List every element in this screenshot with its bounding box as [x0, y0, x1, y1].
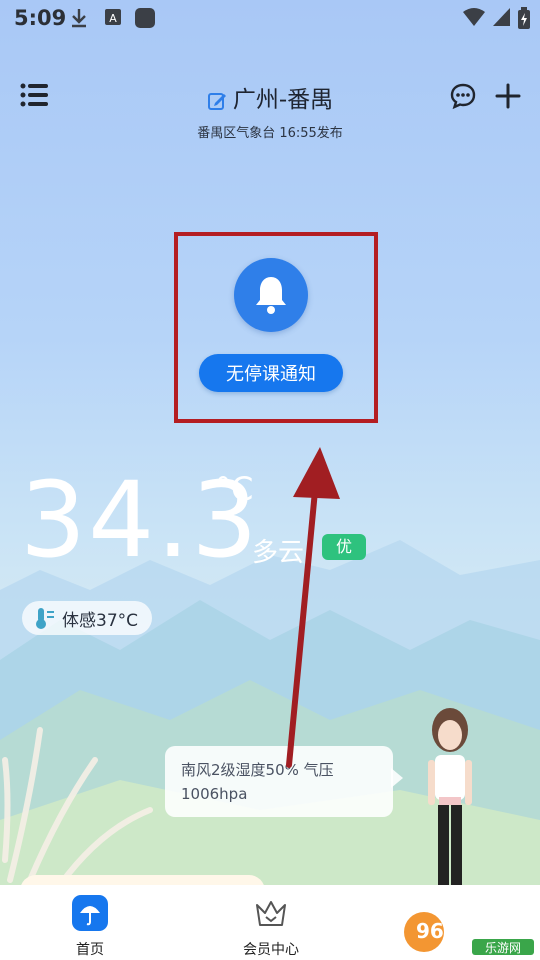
status-time: 5:09: [14, 6, 67, 30]
nav-membership-label: 会员中心: [243, 942, 299, 958]
thermometer-icon: [36, 608, 54, 629]
wifi-icon: [463, 8, 485, 26]
text-app-icon: A: [105, 9, 121, 25]
nav-home-label: 首页: [76, 942, 104, 958]
message-icon[interactable]: [449, 82, 477, 110]
home-umbrella-icon: [72, 895, 108, 931]
signal-icon: [493, 8, 510, 26]
notification-bell-button[interactable]: [234, 258, 308, 332]
bell-icon: [256, 277, 286, 314]
weather-condition: 多云: [252, 538, 305, 568]
crown-icon: [256, 901, 286, 926]
assistant-speech-bubble[interactable]: 南风2级湿度50% 气压1006hpa: [165, 746, 403, 817]
air-quality-badge[interactable]: 优: [322, 534, 366, 560]
battery-icon: [518, 7, 530, 29]
city-name: 广州-番禺: [232, 87, 334, 113]
status-bar: 5:09 A: [0, 0, 540, 36]
top-bar: 广州-番禺 番禺区气象台 16:55发布: [0, 74, 540, 141]
nav-home[interactable]: 首页: [30, 885, 150, 960]
svg-text:乐游网: 乐游网: [485, 941, 521, 955]
bubble-tail: [391, 768, 403, 788]
publish-info: 番禺区气象台 16:55发布: [197, 126, 343, 141]
temperature-unit: °C: [215, 470, 254, 508]
site-watermark-logo: 962.NET 乐游网: [404, 912, 534, 955]
download-icon: [72, 9, 86, 28]
weather-detail-text: 南风2级湿度50% 气压1006hpa: [181, 761, 334, 803]
feels-like-chip[interactable]: 体感37°C: [22, 601, 153, 635]
feels-like-text: 体感37°C: [62, 610, 139, 631]
class-suspension-notice-button[interactable]: 无停课通知: [199, 354, 343, 392]
app-square-icon: [135, 8, 155, 28]
edit-icon: [207, 92, 226, 110]
nav-membership[interactable]: 会员中心: [211, 885, 331, 960]
svg-text:A: A: [109, 12, 117, 25]
add-city-icon[interactable]: [494, 82, 522, 110]
